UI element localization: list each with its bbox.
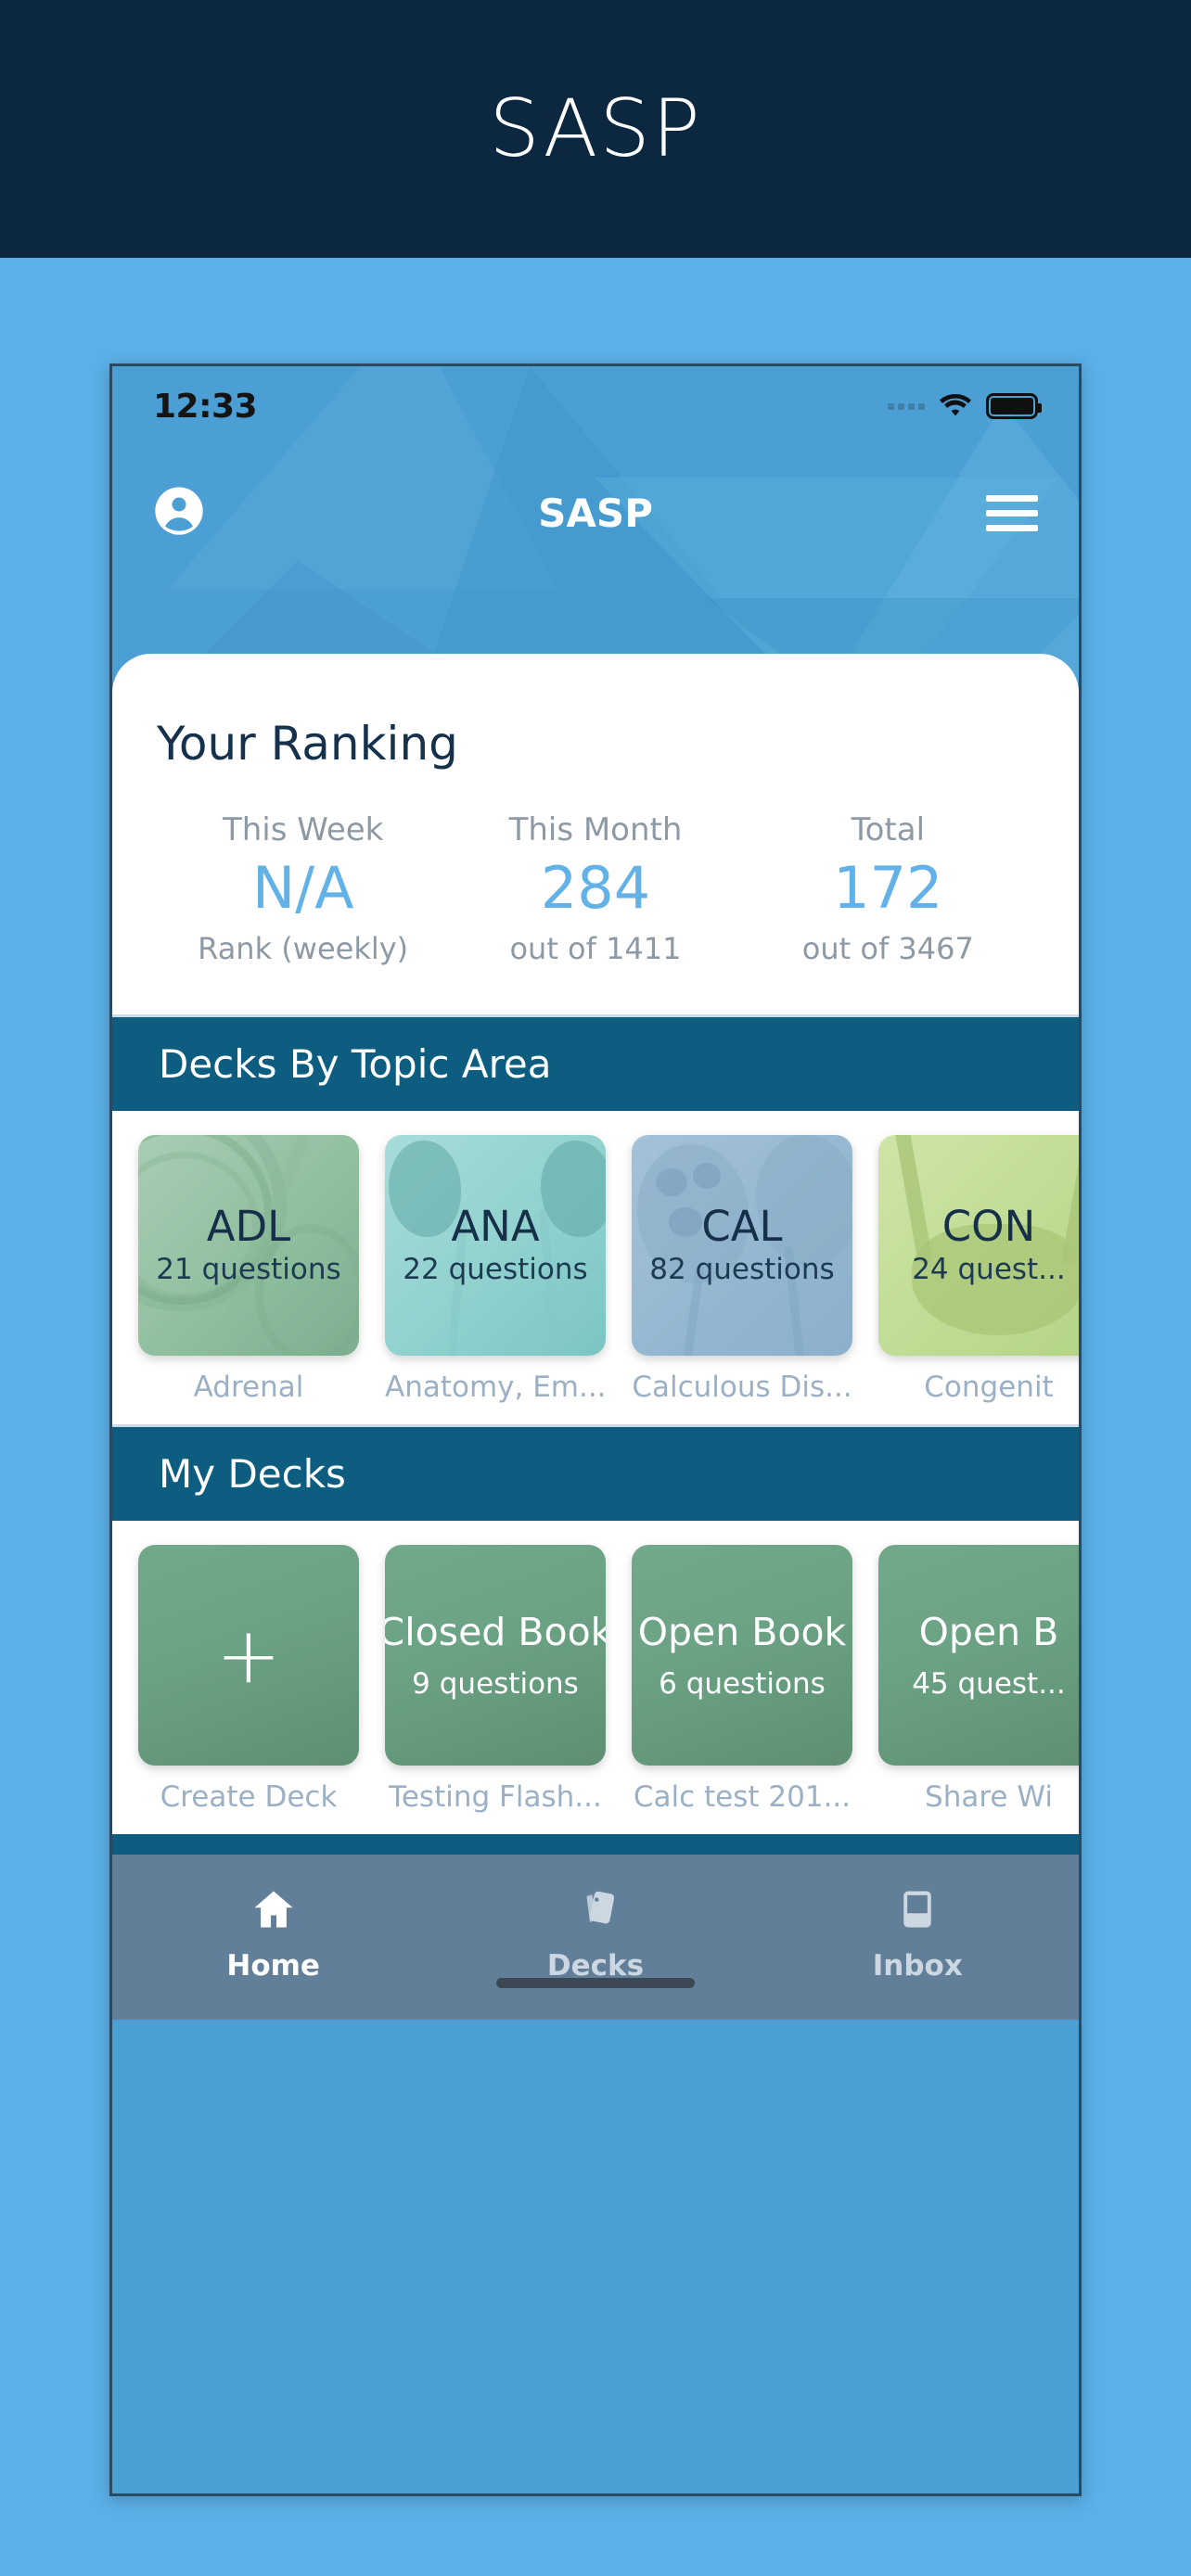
topic-decks-row: ADL 21 questions Adrenal ANA 22 question… (138, 1135, 1079, 1404)
section-header-label: My Decks (159, 1451, 346, 1497)
deck-tile-text: ANA 22 questions (403, 1202, 588, 1286)
stat-value: N/A (251, 854, 354, 922)
stat-value: 284 (540, 854, 651, 922)
topic-deck-card-congenital[interactable]: CON 24 quest... Congenit (878, 1135, 1079, 1404)
ranking-stat-month: This Month 284 out of 1411 (449, 811, 741, 966)
deck-question-count: 22 questions (403, 1252, 588, 1286)
deck-tile[interactable]: + (138, 1545, 359, 1766)
my-deck-card-closed-book[interactable]: Closed Book 9 questions Testing Flash... (385, 1545, 606, 1814)
deck-question-count: 45 quest... (912, 1667, 1066, 1701)
phone-screenshot-frame: 12:33 SASP Your Ranking This Week N/A Ra… (109, 363, 1082, 2496)
my-deck-card-open-book-shared[interactable]: Open B 45 quest... Share Wi (878, 1545, 1079, 1814)
deck-title: Open Book (637, 1610, 847, 1654)
deck-caption: Create Deck (160, 1780, 338, 1814)
deck-title: Closed Book (385, 1610, 606, 1654)
deck-tile[interactable]: ANA 22 questions (385, 1135, 606, 1356)
signal-dots-icon (888, 402, 925, 410)
deck-code: ANA (451, 1202, 540, 1252)
my-deck-card-open-book[interactable]: Open Book 6 questions Calc test 201... (632, 1545, 852, 1814)
tab-decks[interactable]: Decks (434, 1882, 756, 1983)
ranking-card: Your Ranking This Week N/A Rank (weekly)… (112, 654, 1079, 1014)
banner-title: SASP (489, 83, 702, 175)
deck-tile-text: Open B 45 quest... (912, 1610, 1066, 1701)
deck-code: ADL (206, 1202, 291, 1252)
deck-tile[interactable]: Closed Book 9 questions (385, 1545, 606, 1766)
deck-title: Open B (918, 1610, 1059, 1654)
stat-sublabel: out of 1411 (509, 931, 682, 966)
topic-deck-card-adrenal[interactable]: ADL 21 questions Adrenal (138, 1135, 359, 1404)
create-deck-card[interactable]: + Create Deck (138, 1545, 359, 1814)
deck-tile-text: CAL 82 questions (649, 1202, 835, 1286)
hamburger-menu-icon[interactable] (986, 494, 1038, 531)
wifi-icon (937, 390, 974, 423)
topic-deck-card-anatomy[interactable]: ANA 22 questions Anatomy, Em... (385, 1135, 606, 1404)
deck-question-count: 9 questions (412, 1667, 579, 1701)
deck-tile-text: Closed Book 9 questions (385, 1610, 606, 1701)
deck-tile-text: CON 24 quest... (912, 1202, 1066, 1286)
deck-tile[interactable]: ADL 21 questions (138, 1135, 359, 1356)
deck-code: CAL (701, 1202, 783, 1252)
ranking-title: Your Ranking (157, 717, 458, 771)
deck-caption: Adrenal (193, 1371, 304, 1404)
my-decks-row: + Create Deck Closed Book 9 questions Te… (138, 1545, 1079, 1814)
deck-question-count: 6 questions (659, 1667, 826, 1701)
bottom-tab-bar: Home Decks Inbox (112, 1855, 1079, 2020)
page-banner: SASP (0, 0, 1191, 258)
deck-code: CON (941, 1202, 1036, 1252)
deck-question-count: 24 quest... (912, 1252, 1066, 1286)
deck-question-count: 21 questions (156, 1252, 341, 1286)
battery-icon (986, 393, 1042, 419)
ranking-stat-total: Total 172 out of 3467 (742, 811, 1034, 966)
tab-inbox[interactable]: Inbox (757, 1882, 1079, 1983)
deck-caption: Congenit (924, 1371, 1054, 1404)
ranking-stat-week: This Week N/A Rank (weekly) (157, 811, 449, 966)
deck-tile[interactable]: Open B 45 quest... (878, 1545, 1079, 1766)
account-circle-icon[interactable] (153, 485, 205, 542)
deck-caption: Anatomy, Em... (385, 1371, 606, 1404)
deck-tile[interactable]: CAL 82 questions (632, 1135, 852, 1356)
home-indicator (112, 1978, 1079, 1988)
section-header-label: Decks By Topic Area (159, 1041, 552, 1087)
deck-question-count: 82 questions (649, 1252, 835, 1286)
tab-home[interactable]: Home (112, 1882, 434, 1983)
deck-tile-text: Open Book 6 questions (638, 1610, 847, 1701)
deck-caption: Calc test 201... (633, 1780, 852, 1814)
deck-tile-text: ADL 21 questions (156, 1202, 341, 1286)
home-icon (250, 1882, 298, 1936)
deck-tile[interactable]: Open Book 6 questions (632, 1545, 852, 1766)
section-header-my-decks: My Decks (112, 1424, 1079, 1521)
stat-label: This Week (222, 811, 384, 848)
status-bar: 12:33 (112, 366, 1079, 446)
accent-divider (112, 1834, 1079, 1855)
stat-label: This Month (508, 811, 683, 848)
tab-bar-wrapper: Home Decks Inbox (112, 1855, 1079, 2020)
cards-icon (571, 1882, 620, 1936)
stat-sublabel: out of 3467 (801, 931, 974, 966)
plus-icon: + (215, 1610, 282, 1701)
app-bar-title: SASP (538, 490, 653, 536)
inbox-icon (893, 1882, 941, 1936)
stat-label: Total (851, 811, 926, 848)
stat-sublabel: Rank (weekly) (198, 931, 409, 966)
deck-caption: Testing Flash... (389, 1780, 602, 1814)
deck-tile[interactable]: CON 24 quest... (878, 1135, 1079, 1356)
topic-decks-carousel[interactable]: ADL 21 questions Adrenal ANA 22 question… (112, 1111, 1079, 1424)
my-decks-carousel[interactable]: + Create Deck Closed Book 9 questions Te… (112, 1521, 1079, 1834)
status-bar-clock: 12:33 (153, 387, 258, 426)
ranking-stats-row: This Week N/A Rank (weekly) This Month 2… (157, 811, 1034, 966)
deck-caption: Calculous Dis... (632, 1371, 852, 1404)
topic-deck-card-calculous[interactable]: CAL 82 questions Calculous Dis... (632, 1135, 852, 1404)
stat-value: 172 (833, 854, 943, 922)
deck-caption: Share Wi (925, 1780, 1053, 1814)
status-bar-indicators (888, 390, 1042, 423)
app-bar: SASP (112, 468, 1079, 557)
section-header-topic-area: Decks By Topic Area (112, 1014, 1079, 1111)
